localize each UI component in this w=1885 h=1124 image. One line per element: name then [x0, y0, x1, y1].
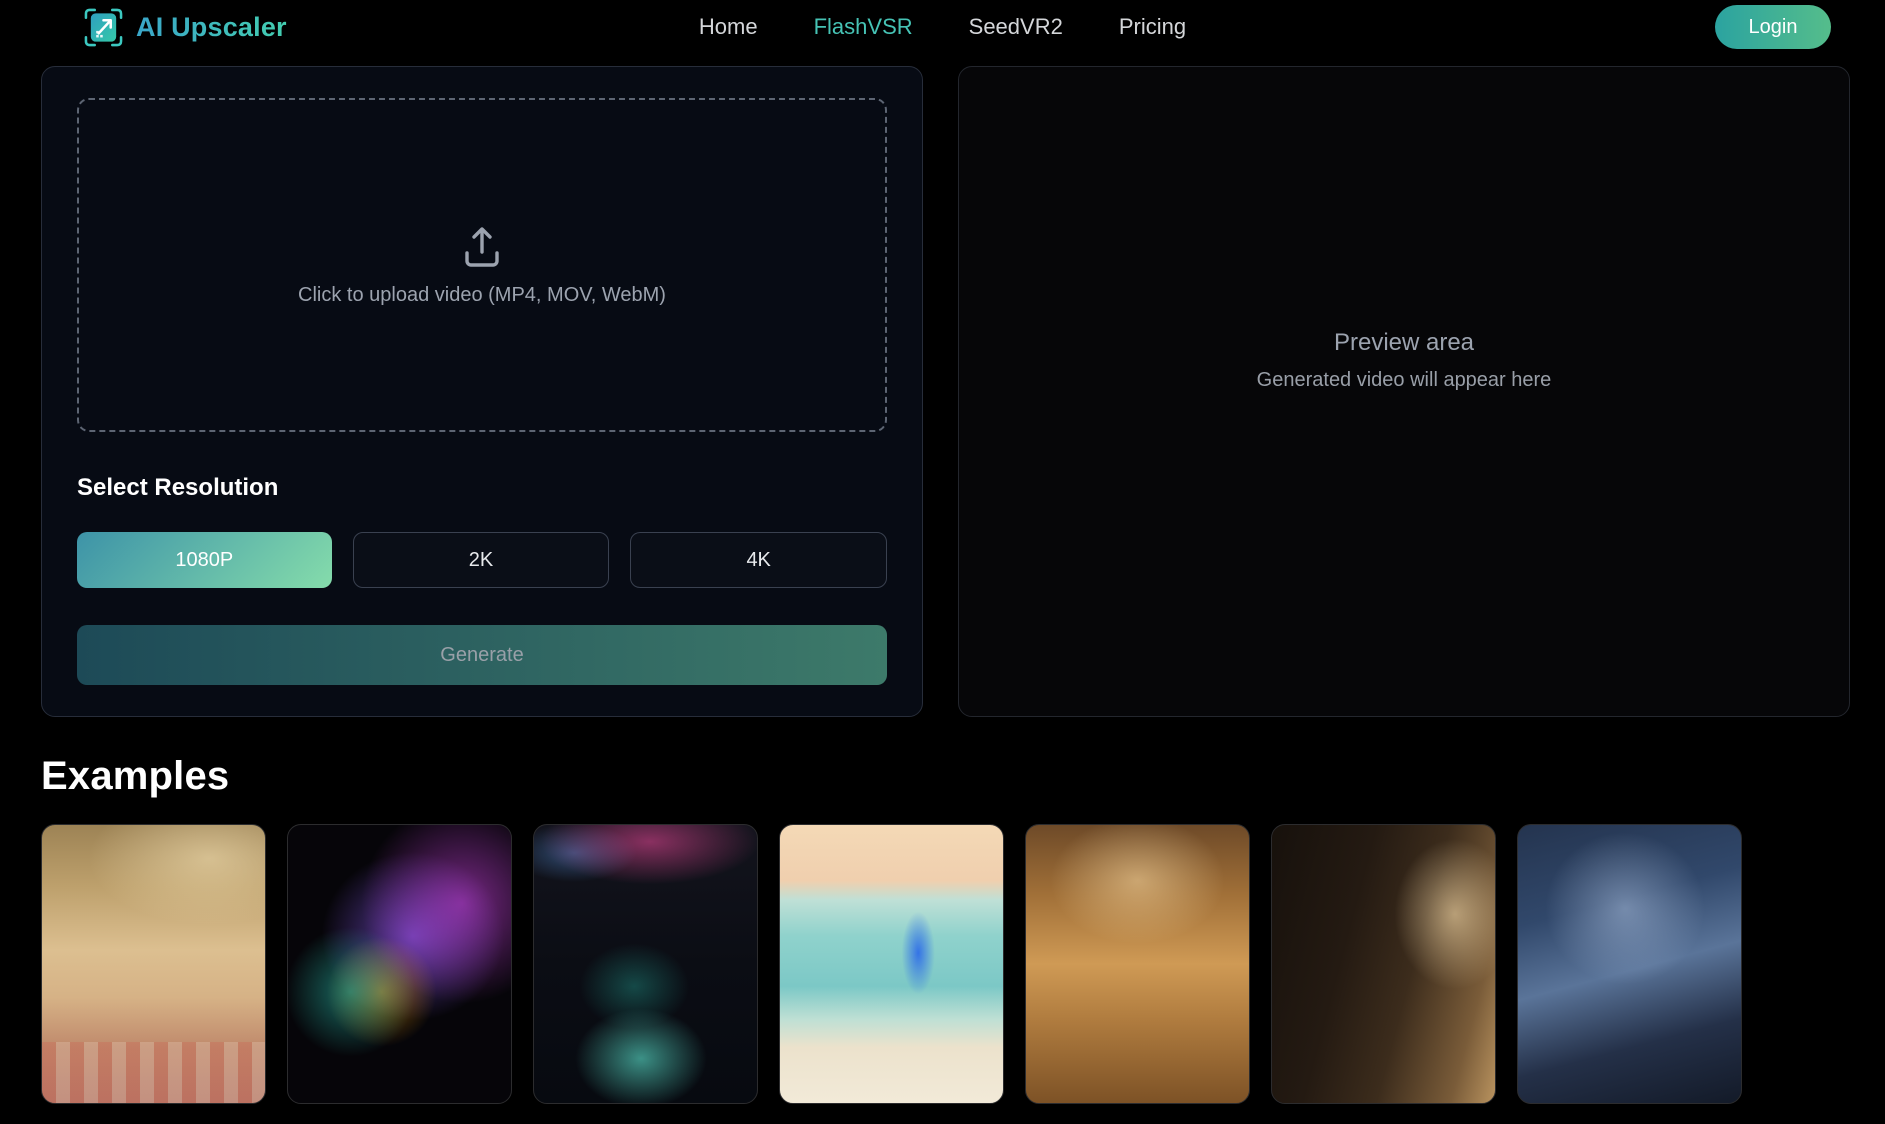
nav-item-seedvr2[interactable]: SeedVR2: [969, 14, 1063, 40]
example-thumb-vintage-picnic-couple[interactable]: [41, 824, 266, 1104]
resolution-option-2k[interactable]: 2K: [353, 532, 610, 588]
nav-item-pricing[interactable]: Pricing: [1119, 14, 1186, 40]
resolution-option-1080p[interactable]: 1080P: [77, 532, 332, 588]
preview-panel: Preview area Generated video will appear…: [958, 66, 1850, 717]
example-thumb-iridescent-abstract-shape[interactable]: [287, 824, 512, 1104]
brand: AI Upscaler: [84, 8, 287, 47]
top-nav: AI Upscaler Home FlashVSR SeedVR2 Pricin…: [0, 0, 1885, 54]
preview-title: Preview area: [1334, 329, 1474, 357]
resolution-heading: Select Resolution: [77, 474, 887, 502]
login-button[interactable]: Login: [1715, 5, 1831, 49]
generate-button[interactable]: Generate: [77, 625, 887, 685]
example-thumb-children-autumn-forest[interactable]: [1025, 824, 1250, 1104]
resolution-option-4k[interactable]: 4K: [630, 532, 887, 588]
nav-item-flashvsr[interactable]: FlashVSR: [814, 14, 913, 40]
examples-gallery: [41, 824, 1885, 1104]
app-logo-icon: [84, 8, 123, 47]
preview-subtitle: Generated video will appear here: [1257, 369, 1552, 392]
examples-heading: Examples: [41, 753, 1885, 799]
example-thumb-man-with-coffee[interactable]: [1271, 824, 1496, 1104]
nav-item-home[interactable]: Home: [699, 14, 758, 40]
upload-prompt: Click to upload video (MP4, MOV, WebM): [298, 284, 666, 307]
main-content: Click to upload video (MP4, MOV, WebM) S…: [0, 54, 1885, 717]
video-upload-dropzone[interactable]: Click to upload video (MP4, MOV, WebM): [77, 98, 887, 432]
examples-section: Examples: [0, 717, 1885, 1104]
upload-icon: [458, 223, 506, 271]
app-title: AI Upscaler: [136, 12, 287, 43]
example-thumb-astronaut-helmet[interactable]: [1517, 824, 1742, 1104]
example-thumb-beach-walk-blue-swimsuit[interactable]: [779, 824, 1004, 1104]
example-thumb-neon-cyberpunk-motorcycle[interactable]: [533, 824, 758, 1104]
upscale-control-panel: Click to upload video (MP4, MOV, WebM) S…: [41, 66, 923, 717]
resolution-options: 1080P 2K 4K: [77, 532, 887, 588]
